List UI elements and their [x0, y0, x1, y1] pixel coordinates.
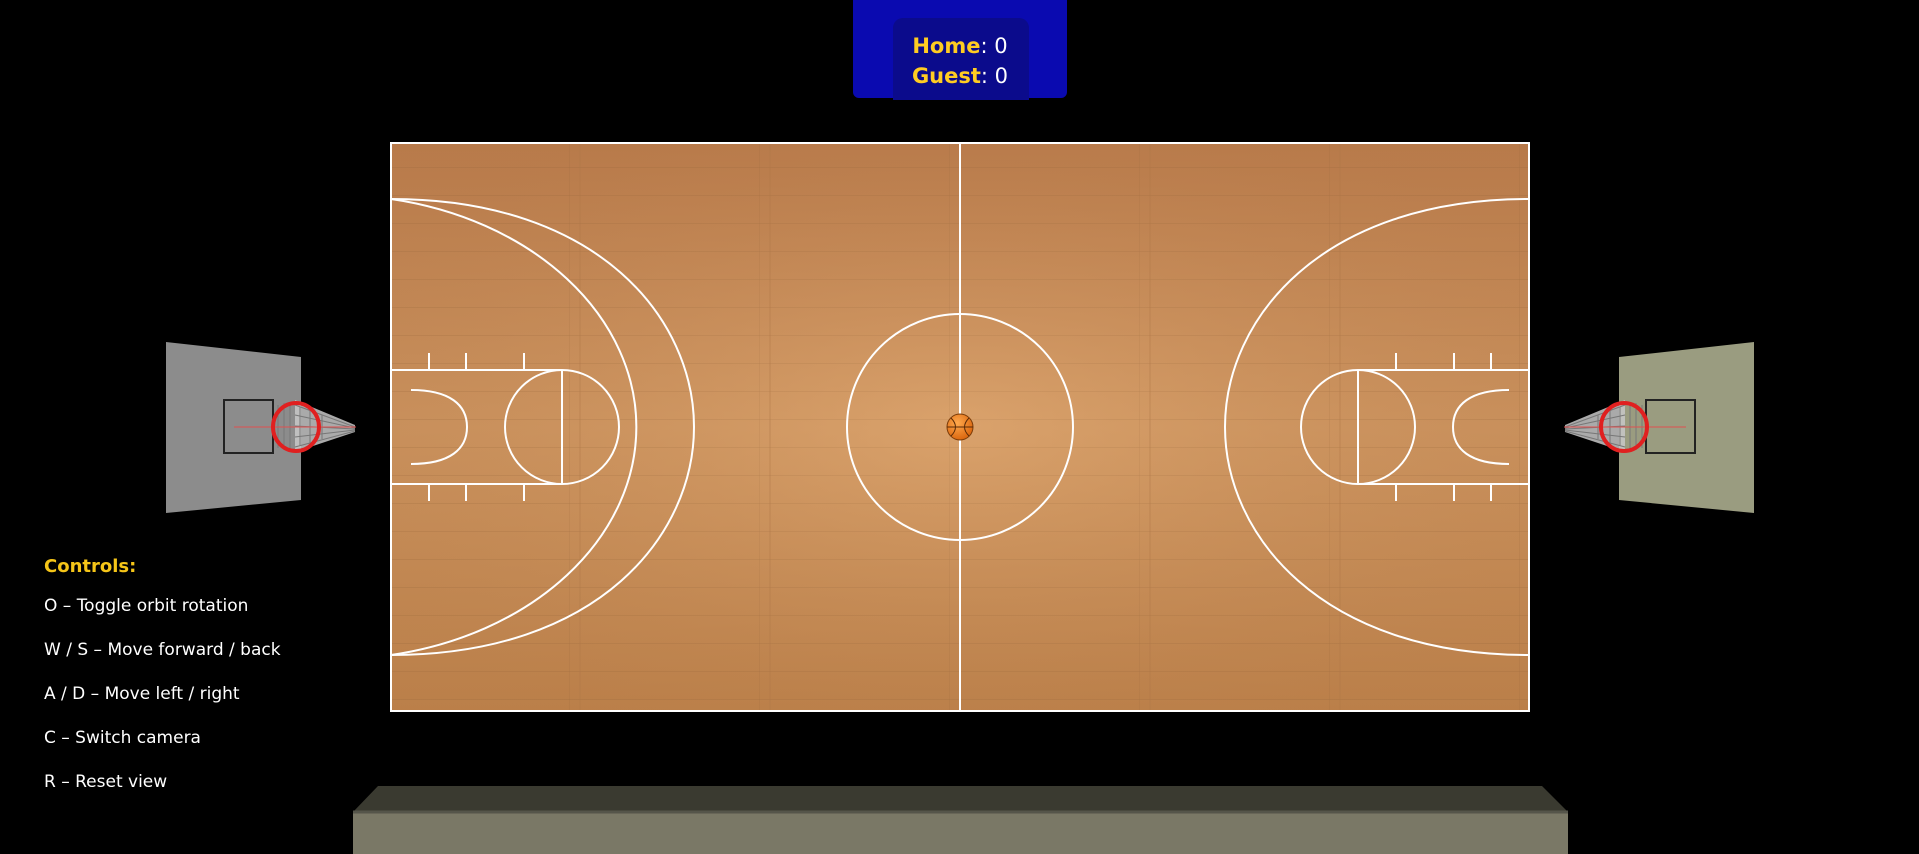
controls-panel: Controls: O – Toggle orbit rotation W / …: [44, 556, 281, 815]
guest-score: 0: [994, 64, 1009, 88]
scoreboard: Home: 0 Guest: 0: [853, 0, 1067, 100]
home-score: 0: [994, 34, 1008, 58]
guest-separator: :: [980, 64, 995, 88]
control-orbit: O – Toggle orbit rotation: [44, 596, 249, 616]
basketball-icon[interactable]: [946, 413, 974, 441]
controls-title: Controls:: [44, 556, 137, 577]
guest-label: Guest: [911, 64, 981, 88]
home-label: Home: [912, 34, 981, 58]
net-right: [1564, 400, 1643, 452]
home-score-row: Home: 0: [853, 34, 1067, 58]
control-reset-view: R – Reset view: [44, 772, 168, 792]
bleacher: [353, 786, 1568, 854]
control-forward-back: W / S – Move forward / back: [44, 640, 281, 660]
game-viewport[interactable]: Home: 0 Guest: 0 Controls: O – Toggle or…: [0, 0, 1919, 854]
left-hoop: [166, 342, 356, 513]
net-left: [277, 400, 356, 452]
right-hoop: [1564, 342, 1754, 513]
control-switch-camera: C – Switch camera: [44, 728, 201, 748]
court-scene: [166, 142, 1754, 854]
guest-score-row: Guest: 0: [853, 64, 1067, 88]
home-separator: :: [980, 34, 995, 58]
control-left-right: A / D – Move left / right: [44, 684, 240, 704]
